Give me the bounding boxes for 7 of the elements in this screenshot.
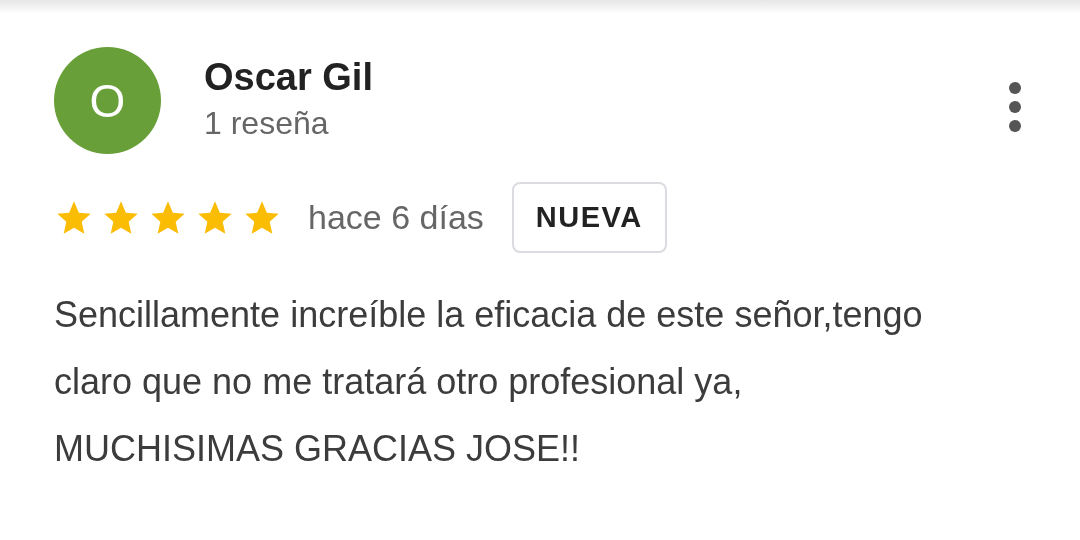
review-count: 1 reseña bbox=[204, 104, 330, 143]
review-text: Sencillamente increíble la eficacia de este señor,tengo claro que no me tratará otro profesional ya, MUCHISIMAS GRACIAS JOSE!! bbox=[54, 293, 924, 471]
avatar: O bbox=[54, 47, 161, 154]
more-icon bbox=[1008, 81, 1022, 133]
review-time: hace 6 días bbox=[308, 197, 484, 238]
reviewer-name: Oscar Gil bbox=[204, 55, 373, 100]
new-badge: NUEVA bbox=[511, 182, 667, 253]
